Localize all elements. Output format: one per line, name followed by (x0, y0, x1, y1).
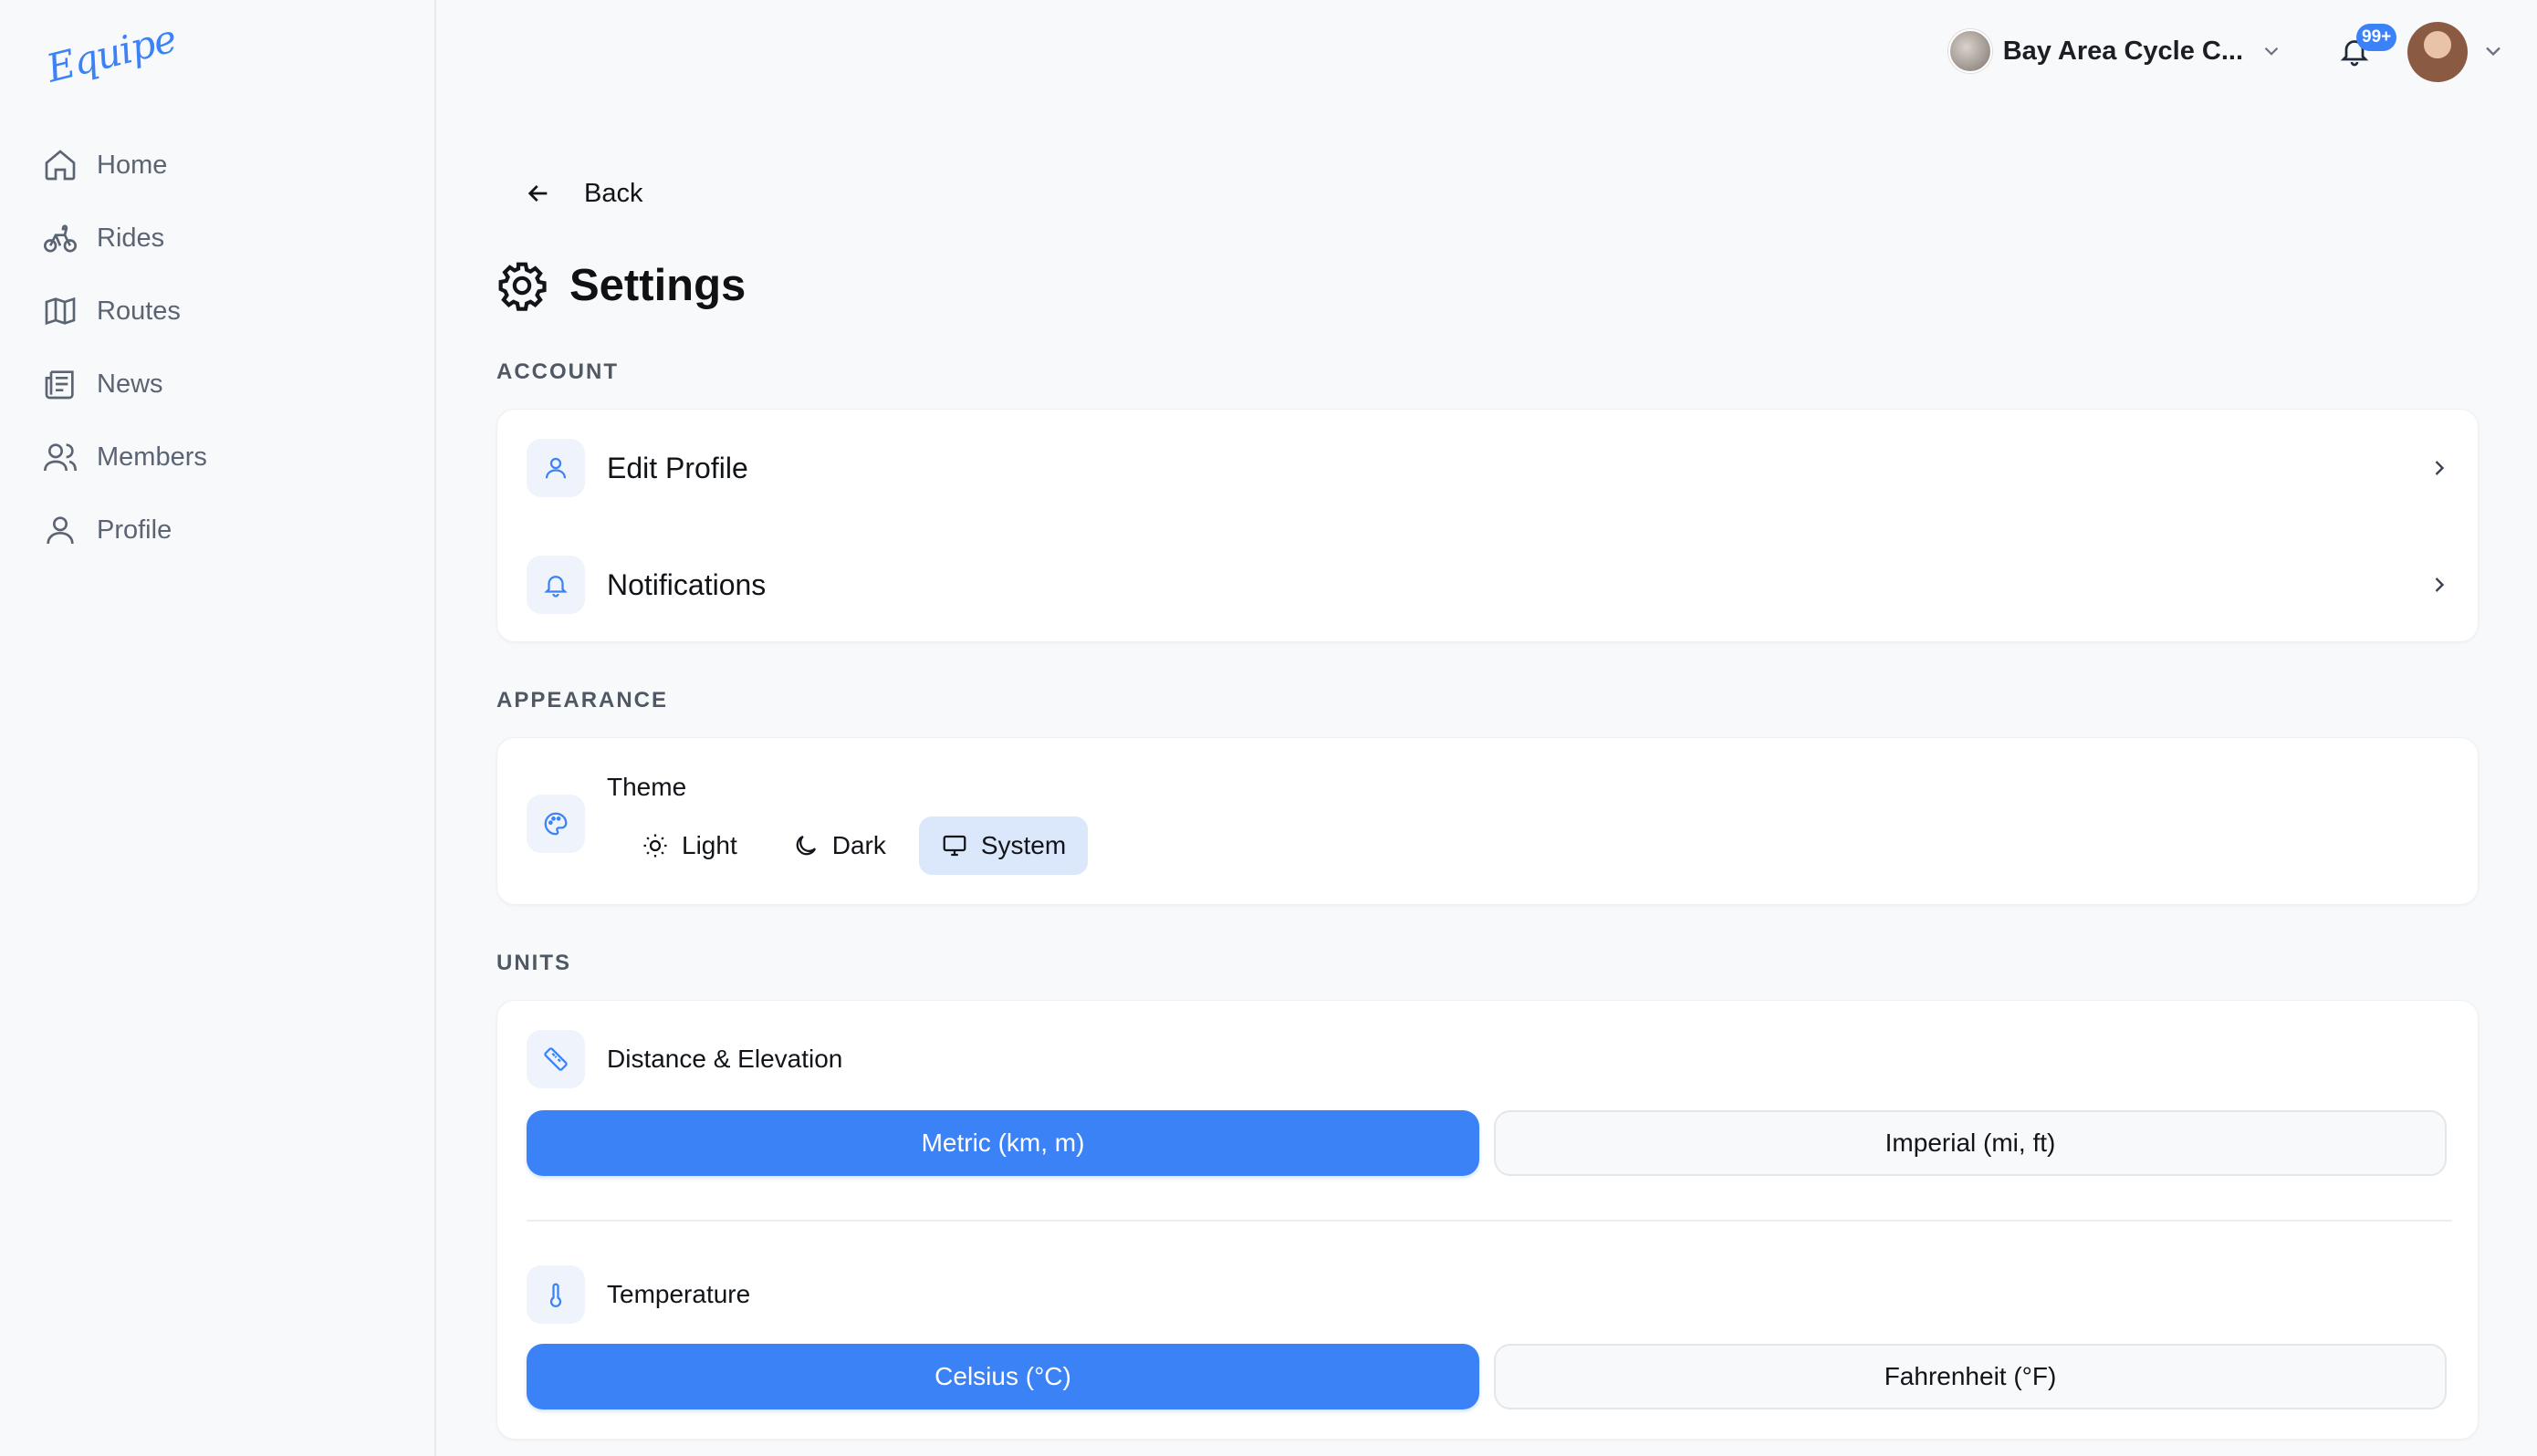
map-icon (45, 296, 76, 326)
edit-profile-row[interactable]: Edit Profile (527, 439, 2452, 497)
sun-icon (643, 834, 667, 858)
page-title-text: Settings (569, 261, 746, 310)
users-icon (44, 443, 77, 472)
sidebar-item-profile[interactable]: Profile (42, 504, 398, 556)
newspaper-icon (45, 370, 74, 400)
edit-profile-label: Edit Profile (607, 451, 748, 484)
units-card: Distance & Elevation Metric (km, m) Impe… (496, 1000, 2479, 1440)
icon-chip (527, 556, 585, 614)
theme-label: Theme (607, 773, 687, 801)
page-title: Settings (496, 254, 746, 317)
home-icon (45, 150, 76, 181)
chevron-right-icon (2435, 577, 2445, 592)
sidebar-item-label: Members (97, 442, 207, 472)
notifications-row[interactable]: Notifications (527, 556, 2452, 614)
section-label-units: UNITS (496, 951, 571, 975)
avatar[interactable] (2407, 22, 2468, 82)
distance-option-metric[interactable]: Metric (km, m) (527, 1110, 1479, 1176)
sidebar-nav: Home Rides Routes News Members Profile (42, 139, 398, 577)
user-icon (47, 516, 74, 545)
temperature-header: Temperature (527, 1265, 750, 1324)
notification-badge: 99+ (2356, 24, 2397, 51)
user-icon (545, 457, 567, 479)
temperature-option-fahrenheit[interactable]: Fahrenheit (°F) (1494, 1344, 2447, 1409)
sidebar-item-label: Home (97, 150, 168, 180)
bike-icon (44, 224, 78, 253)
ruler-icon (544, 1047, 568, 1071)
icon-chip (527, 1265, 585, 1324)
moon-icon (796, 835, 816, 856)
chevron-right-icon (2435, 461, 2445, 475)
sidebar-item-label: Rides (97, 223, 165, 253)
sidebar: Equipe Home Rides Routes News Members Pr… (0, 0, 436, 1456)
palette-icon (544, 812, 568, 836)
appearance-card: Theme Light Dark System (496, 737, 2479, 905)
notifications-button[interactable]: 99+ (2338, 24, 2397, 71)
sidebar-item-members[interactable]: Members (42, 431, 398, 484)
distance-label: Distance & Elevation (607, 1045, 843, 1073)
section-label-account: ACCOUNT (496, 359, 619, 384)
sidebar-item-label: News (97, 369, 163, 399)
sidebar-item-label: Profile (97, 515, 172, 545)
theme-option-label: System (980, 831, 1067, 859)
theme-selector: Light Dark System (620, 816, 1089, 875)
sidebar-item-label: Routes (97, 296, 181, 326)
thermometer-icon (549, 1283, 562, 1307)
monitor-icon (943, 835, 966, 857)
temperature-option-celsius[interactable]: Celsius (°C) (527, 1344, 1479, 1409)
app-logo[interactable]: Equipe (42, 16, 180, 90)
org-name: Bay Area Cycle C... (2002, 36, 2243, 66)
chevron-down-icon (2264, 47, 2279, 56)
gear-icon (498, 262, 547, 311)
theme-option-label: Light (682, 831, 737, 859)
temperature-label: Temperature (607, 1280, 751, 1308)
section-label-appearance: APPEARANCE (496, 688, 669, 712)
org-switcher[interactable]: Bay Area Cycle C... (1947, 27, 2283, 75)
back-button[interactable]: Back (524, 170, 642, 217)
top-bar: Bay Area Cycle C... 99+ (1898, 0, 2537, 100)
divider (527, 1220, 2452, 1222)
sidebar-item-rides[interactable]: Rides (42, 212, 398, 265)
icon-chip (527, 439, 585, 497)
sidebar-item-home[interactable]: Home (42, 139, 398, 192)
org-avatar (1947, 29, 1992, 73)
chevron-down-icon[interactable] (2480, 38, 2506, 64)
arrow-left-icon (527, 185, 548, 202)
theme-option-dark[interactable]: Dark (770, 816, 908, 875)
theme-option-label: Dark (831, 831, 886, 859)
sidebar-item-news[interactable]: News (42, 358, 398, 411)
theme-option-system[interactable]: System (918, 816, 1089, 875)
icon-chip (527, 1030, 585, 1088)
distance-option-imperial[interactable]: Imperial (mi, ft) (1494, 1110, 2447, 1176)
account-card: Edit Profile Notifications (496, 409, 2479, 642)
notifications-label: Notifications (607, 567, 767, 601)
theme-option-light[interactable]: Light (620, 816, 759, 875)
icon-chip (527, 795, 585, 853)
distance-header: Distance & Elevation (527, 1030, 842, 1088)
sidebar-item-routes[interactable]: Routes (42, 285, 398, 338)
bell-icon (544, 576, 568, 598)
back-label: Back (584, 178, 643, 208)
